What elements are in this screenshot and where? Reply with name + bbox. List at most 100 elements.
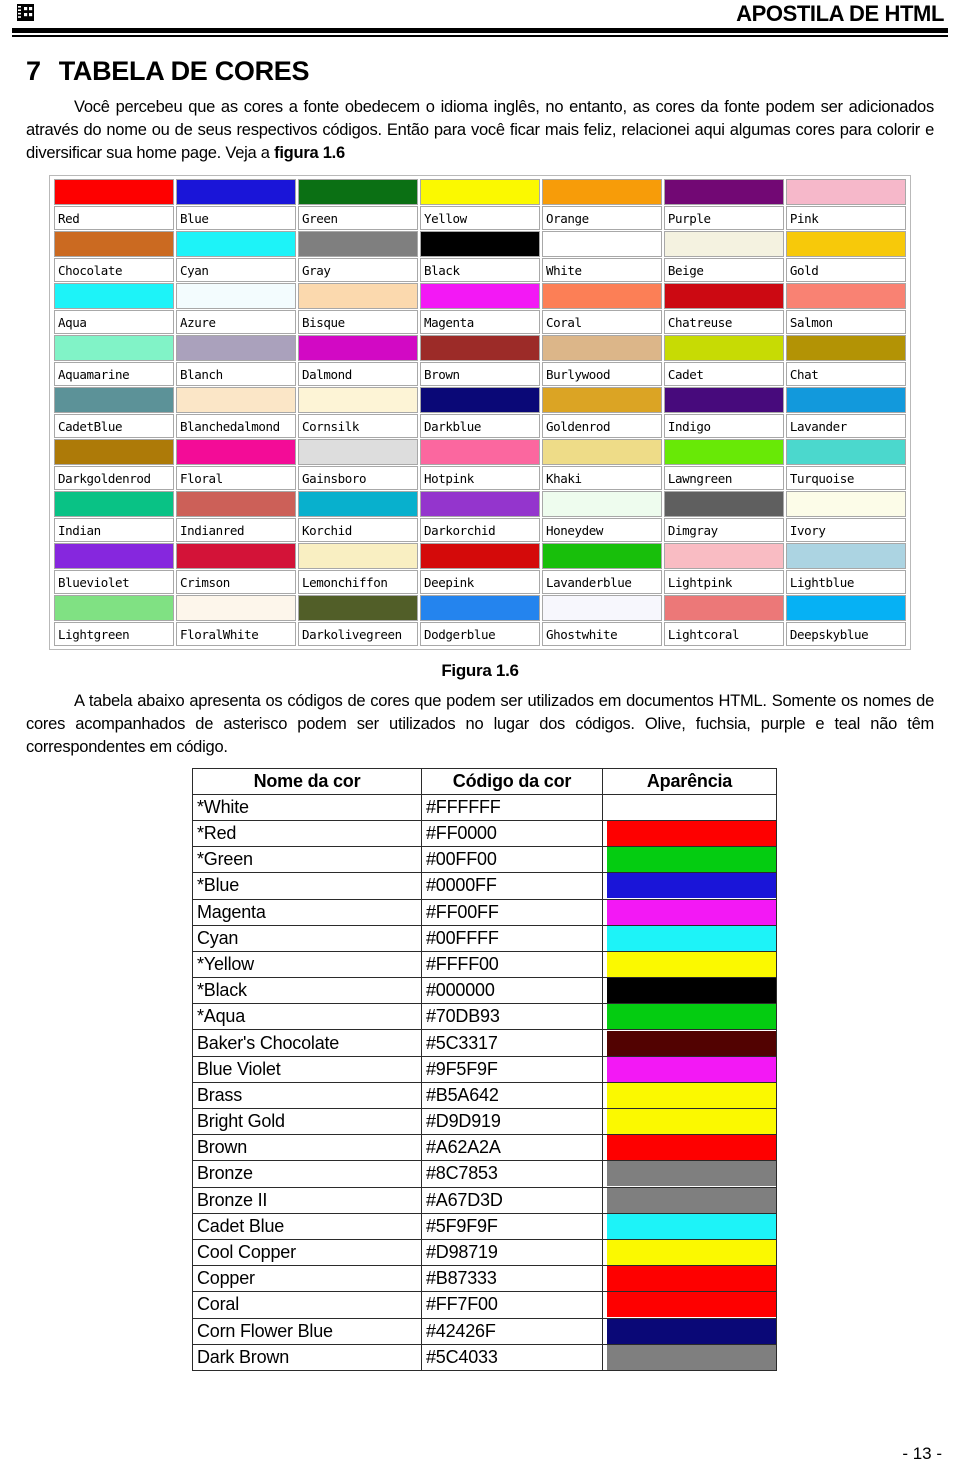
swatch-label-cell: Gold xyxy=(785,258,906,283)
swatch-chip-cell xyxy=(541,543,662,570)
swatch-chip-cell xyxy=(297,595,418,622)
swatch-chip-cell xyxy=(419,491,540,518)
cell-color-appearance xyxy=(602,1134,777,1162)
color-chip-label: Gray xyxy=(297,258,418,283)
swatch-label-cell: Ghostwhite xyxy=(541,622,662,647)
cell-color-name: *Red xyxy=(192,819,422,848)
appearance-swatch xyxy=(607,952,776,977)
swatch-chip-cell xyxy=(663,387,784,414)
cell-color-code: #D9D919 xyxy=(421,1107,603,1136)
color-chip-label: Darkblue xyxy=(419,414,540,439)
swatch-label-row: Indian Indianred Korchid Darkorchid Honeydew… xyxy=(54,518,906,543)
color-chip-label: Pink xyxy=(785,206,906,231)
cell-color-name: Brass xyxy=(192,1081,422,1110)
color-chip-label: Darkorchid xyxy=(419,518,540,543)
cell-color-appearance xyxy=(602,898,777,926)
swatch-label-cell: Gray xyxy=(297,258,418,283)
color-chip xyxy=(419,491,540,518)
table-row: Brass #B5A642 xyxy=(192,1081,777,1110)
cell-color-code: #D98719 xyxy=(421,1238,603,1267)
swatch-chip-cell xyxy=(663,283,784,310)
color-chip-label: Aqua xyxy=(54,310,174,335)
swatch-chip-cell xyxy=(297,283,418,310)
color-chip xyxy=(541,439,662,466)
swatch-label-cell: Chatreuse xyxy=(663,310,784,335)
swatch-chip-cell xyxy=(175,179,296,206)
cell-color-name: Cadet Blue xyxy=(192,1212,422,1240)
cell-color-appearance xyxy=(602,872,777,900)
cell-color-appearance xyxy=(602,1055,777,1083)
color-chip xyxy=(54,439,174,466)
cell-color-name: Bright Gold xyxy=(192,1107,422,1136)
section-number: 7 xyxy=(26,56,41,86)
swatch-chip-row xyxy=(54,231,906,258)
swatch-label-cell: Lightpink xyxy=(663,570,784,595)
cell-color-appearance xyxy=(602,846,777,874)
swatch-label-cell: Darkblue xyxy=(419,414,540,439)
section-title-text: TABELA DE CORES xyxy=(58,56,310,86)
column-header-code: Código da cor xyxy=(421,767,603,795)
color-chip-label: Blue xyxy=(175,206,296,231)
color-chip-label: Honeydew xyxy=(541,518,662,543)
cell-color-code: #5C4033 xyxy=(421,1343,603,1371)
color-chip xyxy=(663,439,784,466)
swatch-label-row: Lightgreen FloralWhite Darkolivegreen Dodge… xyxy=(54,622,906,647)
swatch-label-cell: Blanch xyxy=(175,362,296,387)
cell-color-code: #5F9F9F xyxy=(421,1212,603,1240)
swatch-label-cell: Gainsboro xyxy=(297,466,418,491)
swatch-label-cell: Lightblue xyxy=(785,570,906,595)
color-chip-label: Purple xyxy=(663,206,784,231)
swatch-label-cell: Dimgray xyxy=(663,518,784,543)
swatch-chip-cell xyxy=(419,283,540,310)
swatch-label-cell: Goldenrod xyxy=(541,414,662,439)
color-chip-label: Cadet xyxy=(663,362,784,387)
swatch-chip-cell xyxy=(541,491,662,518)
color-chip xyxy=(175,231,296,258)
appearance-swatch xyxy=(607,1188,776,1213)
cell-color-name: Copper xyxy=(192,1265,422,1293)
table-row: Magenta #FF00FF xyxy=(192,898,777,926)
swatch-chip-cell xyxy=(419,231,540,258)
color-chip xyxy=(297,335,418,362)
intro-paragraph: Você percebeu que as cores a fonte obede… xyxy=(26,96,934,165)
cell-color-appearance xyxy=(602,819,777,848)
color-chip-label: Green xyxy=(297,206,418,231)
color-chip xyxy=(175,543,296,570)
color-chip xyxy=(785,491,906,518)
swatch-label-cell: Darkgoldenrod xyxy=(54,466,174,491)
cell-color-code: #B5A642 xyxy=(421,1081,603,1110)
color-chip xyxy=(785,335,906,362)
swatch-chip-cell xyxy=(419,439,540,466)
swatch-label-cell: Blanchedalmond xyxy=(175,414,296,439)
column-header-name: Nome da cor xyxy=(192,767,422,795)
cell-color-appearance xyxy=(602,1265,777,1293)
color-chip xyxy=(297,387,418,414)
appearance-swatch xyxy=(607,873,776,898)
color-chip xyxy=(419,595,540,622)
swatch-label-row: Red Blue Green Yellow Orange Purple Pink xyxy=(54,206,906,231)
color-chip xyxy=(297,439,418,466)
figure-caption: Figura 1.6 xyxy=(441,661,519,681)
color-chip xyxy=(297,283,418,310)
swatch-label-cell: Orange xyxy=(541,206,662,231)
table-row: *Red #FF0000 xyxy=(192,819,777,848)
color-chip-label: White xyxy=(541,258,662,283)
swatch-label-cell: Honeydew xyxy=(541,518,662,543)
color-chip xyxy=(419,231,540,258)
swatch-chip-cell xyxy=(175,491,296,518)
swatch-label-cell: Burlywood xyxy=(541,362,662,387)
color-chip xyxy=(175,283,296,310)
appearance-swatch xyxy=(607,1319,776,1344)
cell-color-appearance xyxy=(602,1160,777,1188)
swatch-chip-cell xyxy=(785,439,906,466)
swatch-label-cell: Indianred xyxy=(175,518,296,543)
color-chip-label: Khaki xyxy=(541,466,662,491)
page-header: APOSTILA DE HTML xyxy=(0,0,960,40)
swatch-chip-cell xyxy=(297,491,418,518)
table-row: *Aqua #70DB93 xyxy=(192,1003,777,1031)
color-chip-label: Gold xyxy=(785,258,906,283)
table-row: Blue Violet #9F5F9F xyxy=(192,1055,777,1083)
color-chip-label: Chocolate xyxy=(54,258,174,283)
cell-color-code: #5C3317 xyxy=(421,1029,603,1057)
color-chip xyxy=(419,283,540,310)
